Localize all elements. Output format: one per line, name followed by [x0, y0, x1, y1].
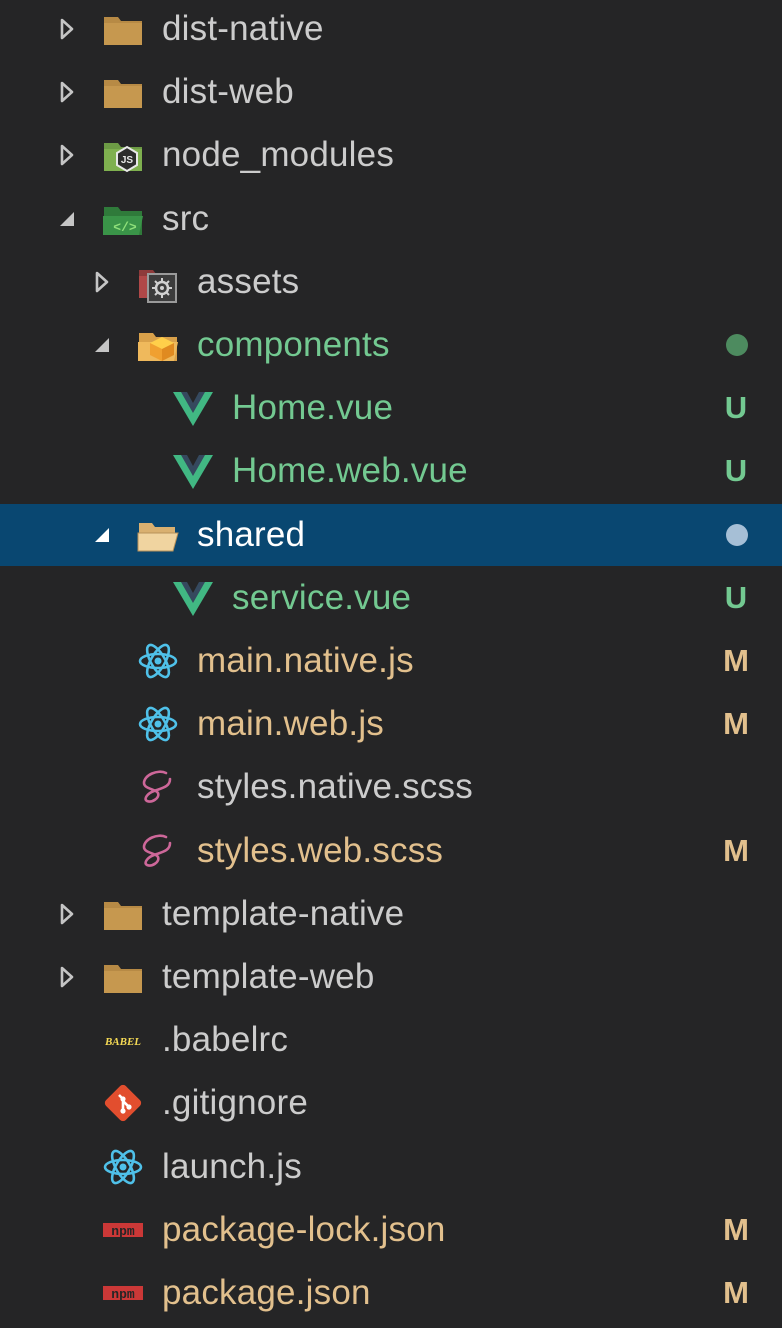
tree-item-src[interactable]: </> src: [0, 188, 782, 250]
tree-item-label: components: [197, 325, 390, 364]
react-icon: [101, 1145, 145, 1189]
chevron-right-icon[interactable]: [56, 124, 78, 186]
open-folder-icon: [136, 513, 180, 557]
assets-folder-icon: [136, 260, 180, 304]
tree-item-label: dist-native: [162, 9, 324, 48]
chevron-right-icon[interactable]: [91, 251, 113, 313]
git-status-badge: M: [723, 643, 749, 678]
tree-item-label: node_modules: [162, 135, 395, 175]
tree-item-label: launch.js: [162, 1146, 302, 1186]
tree-item-main-native-js[interactable]: main.native.js M: [0, 630, 782, 692]
folder-icon: [101, 955, 145, 999]
git-icon: [101, 1081, 145, 1125]
components-folder-icon: [136, 323, 180, 367]
git-status-badge: M: [723, 832, 749, 868]
file-explorer-tree: dist-native dist-web JS node_modules </> src a…: [0, 0, 782, 1328]
tree-item-launch-js[interactable]: launch.js: [0, 1136, 782, 1198]
tree-item-package-json[interactable]: npm package.json M: [0, 1262, 782, 1324]
tree-item-dist-native[interactable]: dist-native: [0, 0, 782, 60]
git-status-dot: [726, 523, 748, 546]
babel-icon: BABEL: [101, 1018, 145, 1062]
git-status-badge: U: [724, 579, 748, 615]
chevron-right-icon[interactable]: [56, 61, 78, 123]
tree-item-main-web-js[interactable]: main.web.js M: [0, 693, 782, 755]
chevron-right-icon[interactable]: [56, 883, 78, 945]
node-folder-icon: JS: [101, 133, 145, 177]
git-status-badge: U: [724, 453, 748, 489]
react-icon: [136, 702, 180, 746]
folder-icon: [101, 892, 145, 936]
git-status-badge: U: [724, 390, 748, 426]
tree-item-babelrc[interactable]: BABEL .babelrc: [0, 1009, 782, 1071]
tree-item-label: main.web.js: [197, 704, 384, 744]
tree-item-label: service.vue: [232, 577, 412, 617]
tree-item-label: assets: [197, 261, 300, 301]
tree-item-assets[interactable]: assets: [0, 251, 782, 313]
chevron-right-icon[interactable]: [56, 946, 78, 1008]
tree-item-label: dist-web: [162, 72, 294, 112]
tree-item-package-lock-json[interactable]: npm package-lock.json M: [0, 1199, 782, 1261]
svg-text:</>: </>: [113, 220, 137, 235]
svg-text:npm: npm: [111, 1224, 135, 1239]
tree-item-home-web-vue[interactable]: Home.web.vue U: [0, 440, 782, 502]
tree-item-home-vue[interactable]: Home.vue U: [0, 377, 782, 439]
tree-item-gitignore[interactable]: .gitignore: [0, 1072, 782, 1134]
folder-icon: [101, 70, 145, 114]
npm-icon: npm: [101, 1208, 145, 1252]
tree-item-label: package-lock.json: [162, 1209, 446, 1249]
tree-item-service-vue[interactable]: service.vue U: [0, 567, 782, 629]
git-status-dot: [726, 334, 748, 356]
tree-item-label: .babelrc: [162, 1020, 289, 1060]
tree-item-template-native[interactable]: template-native: [0, 883, 782, 945]
tree-item-node-modules[interactable]: JS node_modules: [0, 124, 782, 186]
chevron-right-icon[interactable]: [56, 0, 78, 60]
tree-item-label: styles.native.scss: [197, 767, 473, 807]
chevron-down-icon[interactable]: [91, 314, 113, 376]
react-icon: [136, 639, 180, 683]
tree-item-styles-web-scss[interactable]: styles.web.scss M: [0, 820, 782, 882]
tree-item-label: src: [162, 198, 210, 238]
tree-item-label: Home.vue: [232, 388, 394, 428]
tree-item-label: main.native.js: [197, 641, 414, 680]
git-status-badge: M: [723, 1211, 749, 1247]
tree-item-shared[interactable]: shared: [0, 503, 782, 566]
git-status-badge: M: [723, 706, 749, 742]
svg-text:npm: npm: [111, 1287, 135, 1302]
chevron-down-icon[interactable]: [56, 188, 78, 250]
sass-icon: [136, 765, 180, 809]
tree-item-dist-web[interactable]: dist-web: [0, 61, 782, 123]
tree-item-label: Home.web.vue: [232, 451, 468, 491]
chevron-down-icon[interactable]: [91, 504, 113, 566]
tree-item-label: styles.web.scss: [197, 830, 444, 870]
tree-item-styles-native-scss[interactable]: styles.native.scss: [0, 756, 782, 818]
tree-item-components[interactable]: components: [0, 314, 782, 376]
git-status-badge: M: [723, 1275, 749, 1310]
vue-icon: [171, 386, 215, 430]
src-folder-icon: </>: [101, 197, 145, 241]
svg-text:JS: JS: [121, 155, 134, 166]
tree-item-label: template-native: [162, 893, 405, 933]
tree-item-label: template-web: [162, 957, 375, 996]
npm-icon: npm: [101, 1271, 145, 1315]
folder-icon: [101, 7, 145, 51]
svg-text:BABEL: BABEL: [104, 1036, 141, 1048]
tree-item-label: .gitignore: [162, 1083, 308, 1123]
sass-icon: [136, 829, 180, 873]
vue-icon: [171, 449, 215, 493]
tree-item-template-web[interactable]: template-web: [0, 946, 782, 1008]
tree-item-label: shared: [197, 514, 306, 554]
tree-item-label: package.json: [162, 1273, 371, 1312]
vue-icon: [171, 576, 215, 620]
